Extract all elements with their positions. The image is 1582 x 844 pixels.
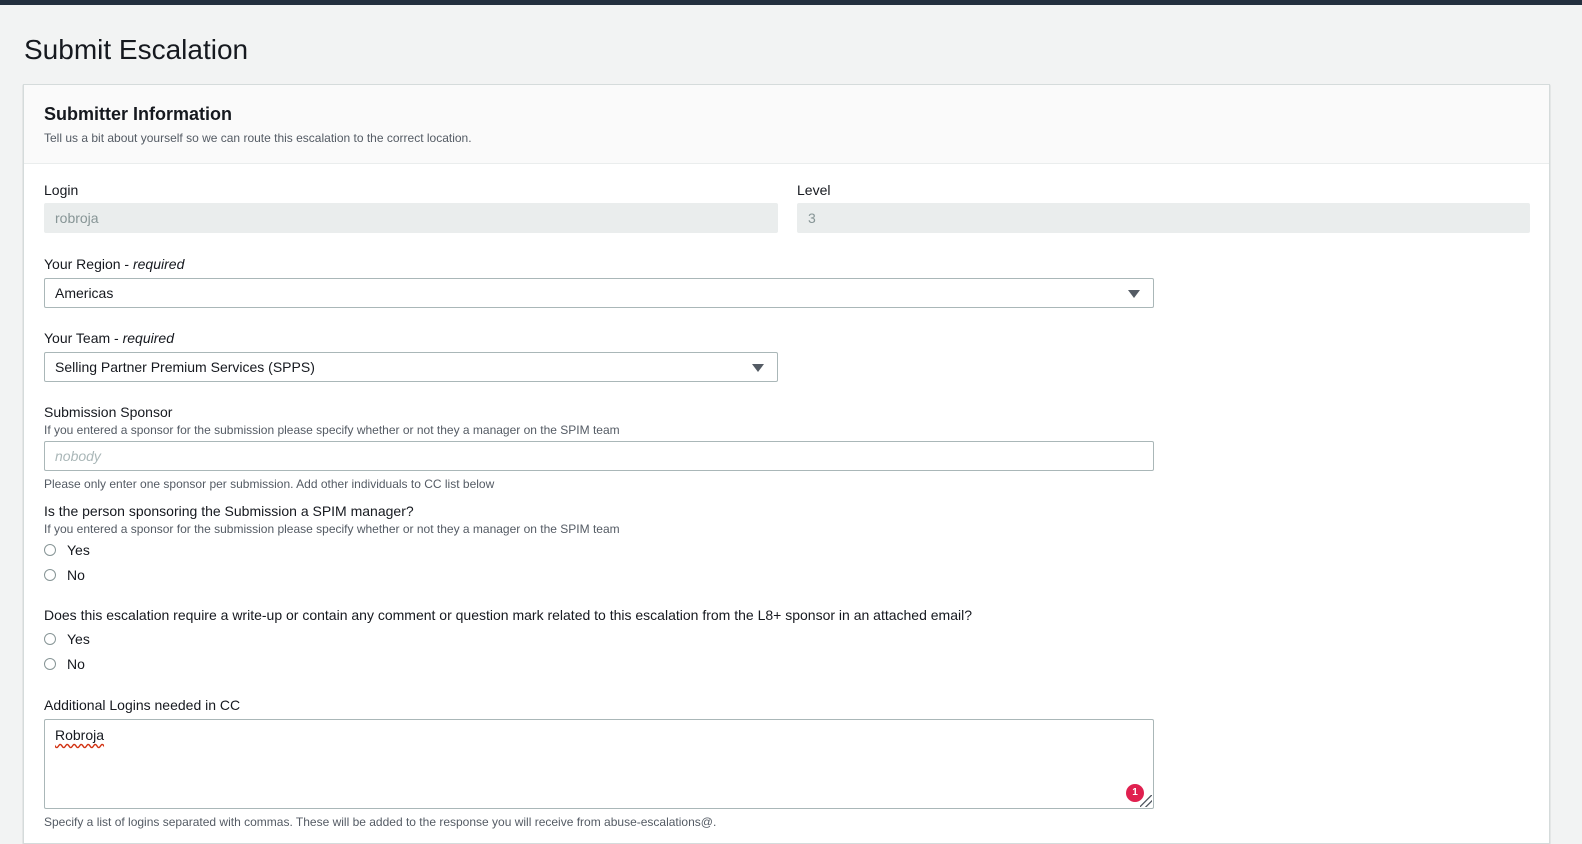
team-select[interactable]: Selling Partner Premium Services (SPPS) — [44, 352, 778, 382]
caret-down-icon — [1128, 290, 1140, 298]
team-label-text: Your Team - — [44, 330, 119, 346]
sponsor-description: If you entered a sponsor for the submiss… — [44, 423, 620, 437]
radio-button[interactable] — [44, 658, 56, 670]
level-label: Level — [797, 182, 831, 198]
writeup-label: Does this escalation require a write-up … — [44, 607, 972, 623]
cc-constraint: Specify a list of logins separated with … — [44, 815, 717, 829]
level-field: 3 — [797, 203, 1530, 233]
region-label-text: Your Region - — [44, 256, 130, 272]
login-field: robroja — [44, 203, 778, 233]
radio-label: Yes — [67, 631, 90, 647]
caret-down-icon — [752, 364, 764, 372]
sponsor-input[interactable]: nobody — [44, 441, 1154, 471]
spim-manager-label: Is the person sponsoring the Submission … — [44, 503, 414, 519]
panel-header: Submitter Information Tell us a bit abou… — [24, 85, 1549, 164]
page-title: Submit Escalation — [24, 34, 249, 65]
region-required-text: required — [132, 256, 185, 272]
cc-textarea[interactable]: Robroja 1 — [44, 719, 1154, 809]
radio-button[interactable] — [44, 633, 56, 645]
sponsor-label: Submission Sponsor — [44, 404, 173, 420]
spim-manager-yes-option[interactable]: Yes — [44, 541, 90, 559]
radio-button[interactable] — [44, 569, 56, 581]
panel-description: Tell us a bit about yourself so we can r… — [44, 131, 472, 145]
spim-manager-description: If you entered a sponsor for the submiss… — [44, 522, 620, 536]
region-select-value: Americas — [55, 285, 114, 301]
resize-handle-icon[interactable] — [1140, 795, 1152, 807]
top-nav-bar — [0, 0, 1582, 5]
submitter-information-panel: Submitter Information Tell us a bit abou… — [23, 84, 1550, 844]
writeup-no-option[interactable]: No — [44, 655, 85, 673]
sponsor-constraint: Please only enter one sponsor per submis… — [44, 477, 495, 491]
writeup-yes-option[interactable]: Yes — [44, 630, 90, 648]
panel-title: Submitter Information — [44, 104, 232, 124]
team-select-value: Selling Partner Premium Services (SPPS) — [55, 359, 315, 375]
cc-label: Additional Logins needed in CC — [44, 697, 241, 713]
radio-button[interactable] — [44, 544, 56, 556]
cc-textarea-value: Robroja — [55, 727, 105, 743]
team-required-text: required — [122, 330, 174, 346]
login-label: Login — [44, 182, 79, 198]
spim-manager-no-option[interactable]: No — [44, 566, 85, 584]
radio-label: Yes — [67, 542, 90, 558]
team-label: Your Team - required — [44, 329, 174, 347]
radio-label: No — [67, 656, 85, 672]
region-select[interactable]: Americas — [44, 278, 1154, 308]
region-label: Your Region - required — [44, 255, 184, 273]
radio-label: No — [67, 567, 85, 583]
